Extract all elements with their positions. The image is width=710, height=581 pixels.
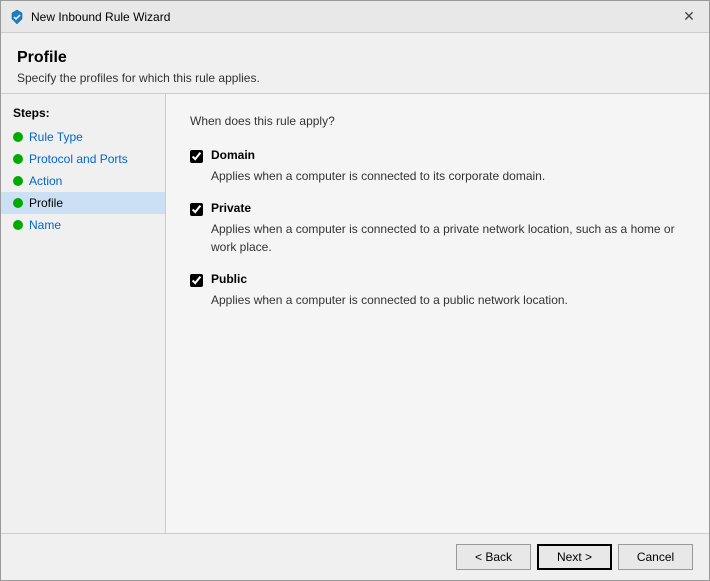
content-area: Profile Specify the profiles for which t… — [1, 33, 709, 533]
sidebar-item-rule-type[interactable]: Rule Type — [1, 126, 165, 148]
back-button[interactable]: < Back — [456, 544, 531, 570]
option-label-private: Private — [211, 201, 251, 215]
window-title: New Inbound Rule Wizard — [31, 10, 170, 24]
checkbox-private[interactable] — [190, 203, 203, 216]
step-dot-profile — [13, 198, 23, 208]
sidebar-item-label-rule-type: Rule Type — [29, 130, 83, 144]
option-row-domain: Domain — [190, 148, 685, 163]
sidebar-item-label-profile: Profile — [29, 196, 63, 210]
wizard-icon — [9, 9, 25, 25]
sidebar-item-label-name: Name — [29, 218, 61, 232]
step-dot-protocol-ports — [13, 154, 23, 164]
question-text: When does this rule apply? — [190, 114, 685, 128]
checkbox-public[interactable] — [190, 274, 203, 287]
option-description-public: Applies when a computer is connected to … — [190, 291, 685, 309]
page-title: Profile — [17, 49, 693, 67]
option-label-public: Public — [211, 272, 247, 286]
sidebar-item-name[interactable]: Name — [1, 214, 165, 236]
option-group-domain: Domain Applies when a computer is connec… — [190, 148, 685, 185]
sidebar-item-label-action: Action — [29, 174, 62, 188]
steps-label: Steps: — [1, 106, 165, 126]
sidebar-item-label-protocol-ports: Protocol and Ports — [29, 152, 128, 166]
title-bar-left: New Inbound Rule Wizard — [9, 9, 170, 25]
sidebar: Steps: Rule Type Protocol and Ports Acti… — [1, 94, 166, 533]
cancel-button[interactable]: Cancel — [618, 544, 693, 570]
option-description-private: Applies when a computer is connected to … — [190, 220, 685, 256]
option-row-private: Private — [190, 201, 685, 216]
close-button[interactable]: ✕ — [677, 5, 701, 29]
option-row-public: Public — [190, 272, 685, 287]
step-dot-rule-type — [13, 132, 23, 142]
right-panel: When does this rule apply? Domain Applie… — [166, 94, 709, 533]
next-button[interactable]: Next > — [537, 544, 612, 570]
option-label-domain: Domain — [211, 148, 255, 162]
step-dot-action — [13, 176, 23, 186]
option-group-public: Public Applies when a computer is connec… — [190, 272, 685, 309]
sidebar-item-profile[interactable]: Profile — [1, 192, 165, 214]
page-header: Profile Specify the profiles for which t… — [1, 33, 709, 93]
footer: < Back Next > Cancel — [1, 533, 709, 580]
sidebar-item-action[interactable]: Action — [1, 170, 165, 192]
main-content: Steps: Rule Type Protocol and Ports Acti… — [1, 93, 709, 533]
checkbox-domain[interactable] — [190, 150, 203, 163]
step-dot-name — [13, 220, 23, 230]
main-window: New Inbound Rule Wizard ✕ Profile Specif… — [0, 0, 710, 581]
option-group-private: Private Applies when a computer is conne… — [190, 201, 685, 256]
page-subtitle: Specify the profiles for which this rule… — [17, 71, 693, 85]
option-description-domain: Applies when a computer is connected to … — [190, 167, 685, 185]
sidebar-item-protocol-ports[interactable]: Protocol and Ports — [1, 148, 165, 170]
title-bar: New Inbound Rule Wizard ✕ — [1, 1, 709, 33]
